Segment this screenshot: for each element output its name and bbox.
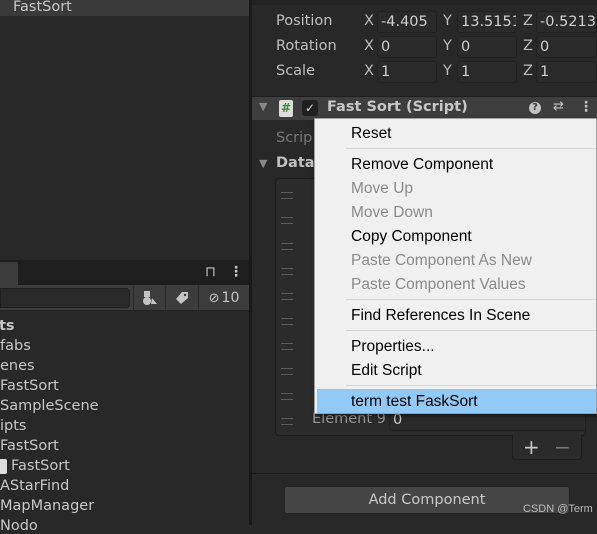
menu-item-paste-values: Paste Component Values [351,276,526,293]
separator [252,473,597,474]
menu-separator [346,385,596,386]
menu-item-properties[interactable]: Properties... [351,338,435,356]
project-item[interactable]: Nodo [0,518,38,534]
project-item[interactable]: MapManager [0,498,94,514]
project-item[interactable]: enes [0,358,35,374]
menu-item-reset[interactable]: Reset [351,125,392,143]
array-footer: + − [512,435,582,460]
menu-separator [346,148,596,149]
drag-handle-icon[interactable] [281,318,293,325]
drag-handle-icon[interactable] [281,293,293,300]
project-tab[interactable] [0,262,18,285]
csharp-script-icon: # [279,100,293,117]
project-item[interactable]: ipts [0,418,26,434]
axis-y-label: Y [443,38,452,54]
project-item[interactable]: ts [0,318,15,334]
project-item[interactable]: FastSort [0,378,59,394]
enabled-checkbox[interactable]: ✓ [302,100,318,116]
rotation-label: Rotation [276,38,337,54]
axis-z-label: Z [523,38,533,54]
menu-item-move-up: Move Up [351,180,414,197]
add-element-button[interactable]: + [523,435,540,459]
rotation-y-field[interactable]: 0 [457,36,517,58]
label-tag-icon[interactable] [165,286,198,310]
script-label: Scrip [276,130,313,146]
hierarchy-item-label: FastSort [13,0,72,15]
position-x-field[interactable]: -4.405 [377,11,437,33]
search-input[interactable] [0,288,130,308]
scale-label: Scale [276,63,316,79]
lock-icon[interactable]: ⊓ [205,264,216,280]
drag-handle-icon[interactable] [281,418,293,425]
menu-separator [346,330,596,331]
component-title: Fast Sort (Script) [327,99,468,115]
axis-x-label: X [364,38,374,54]
scene-filter-icon[interactable] [133,286,165,310]
component-header[interactable]: ▼ # ✓ Fast Sort (Script) ? ⇄ ⋮ [252,96,597,120]
foldout-arrow-icon[interactable]: ▼ [259,157,267,170]
more-icon[interactable]: ⋮ [229,264,243,280]
project-item[interactable]: FastSort [11,458,70,474]
drag-handle-icon[interactable] [281,243,293,250]
project-item[interactable]: FastSort [0,438,59,454]
hidden-packages-button[interactable]: ⊘ 10 [198,286,249,310]
scale-y-field[interactable]: 1 [457,61,517,83]
axis-z-label: Z [523,13,533,29]
watermark: CSDN @Term [523,503,593,515]
menu-item-paste-as-new: Paste Component As New [351,252,532,269]
project-item[interactable]: AStarFind [0,478,69,494]
menu-item-term-test[interactable]: term test FaskSort [351,393,478,411]
hierarchy-item-selected[interactable]: FastSort [0,0,249,16]
remove-element-button[interactable]: − [554,435,571,459]
drag-handle-icon[interactable] [281,368,293,375]
project-item[interactable]: SampleScene [0,398,99,414]
axis-y-label: Y [443,13,452,29]
position-label: Position [276,13,333,29]
axis-z-label: Z [523,63,533,79]
project-item[interactable]: fabs [0,338,31,354]
menu-separator [346,299,596,300]
menu-item-move-down: Move Down [351,204,433,221]
menu-item-edit-script[interactable]: Edit Script [351,362,422,380]
drag-handle-icon[interactable] [281,343,293,350]
context-menu: Reset Remove Component Move Up Move Down… [314,118,597,414]
menu-item-find-references[interactable]: Find References In Scene [351,307,530,325]
menu-item-copy-component[interactable]: Copy Component [351,228,472,246]
menu-item-remove-component[interactable]: Remove Component [351,156,493,174]
drag-handle-icon[interactable] [281,192,293,199]
rotation-z-field[interactable]: 0 [536,36,597,58]
csharp-script-icon [0,459,7,474]
axis-x-label: X [364,13,374,29]
drag-handle-icon[interactable] [281,217,293,224]
position-z-field[interactable]: -0.5213 [536,11,597,33]
drag-handle-icon[interactable] [281,393,293,400]
inspector-top-edge [252,0,597,5]
axis-y-label: Y [443,63,452,79]
axis-x-label: X [364,63,374,79]
hidden-count: 10 [221,290,240,306]
help-icon[interactable]: ? [529,102,541,114]
presets-icon[interactable]: ⇄ [553,99,564,114]
scale-x-field[interactable]: 1 [377,61,437,83]
scale-z-field[interactable]: 1 [536,61,597,83]
eye-hidden-icon: ⊘ [208,290,220,306]
left-panel: FastSort ⊓ ⋮ ⊘ 10 ts fabs enes FastSort … [0,0,250,534]
drag-handle-icon[interactable] [281,268,293,275]
foldout-arrow-icon[interactable]: ▼ [259,100,267,113]
more-icon[interactable]: ⋮ [579,99,593,115]
rotation-x-field[interactable]: 0 [377,36,437,58]
position-y-field[interactable]: 13.5151 [457,11,517,33]
